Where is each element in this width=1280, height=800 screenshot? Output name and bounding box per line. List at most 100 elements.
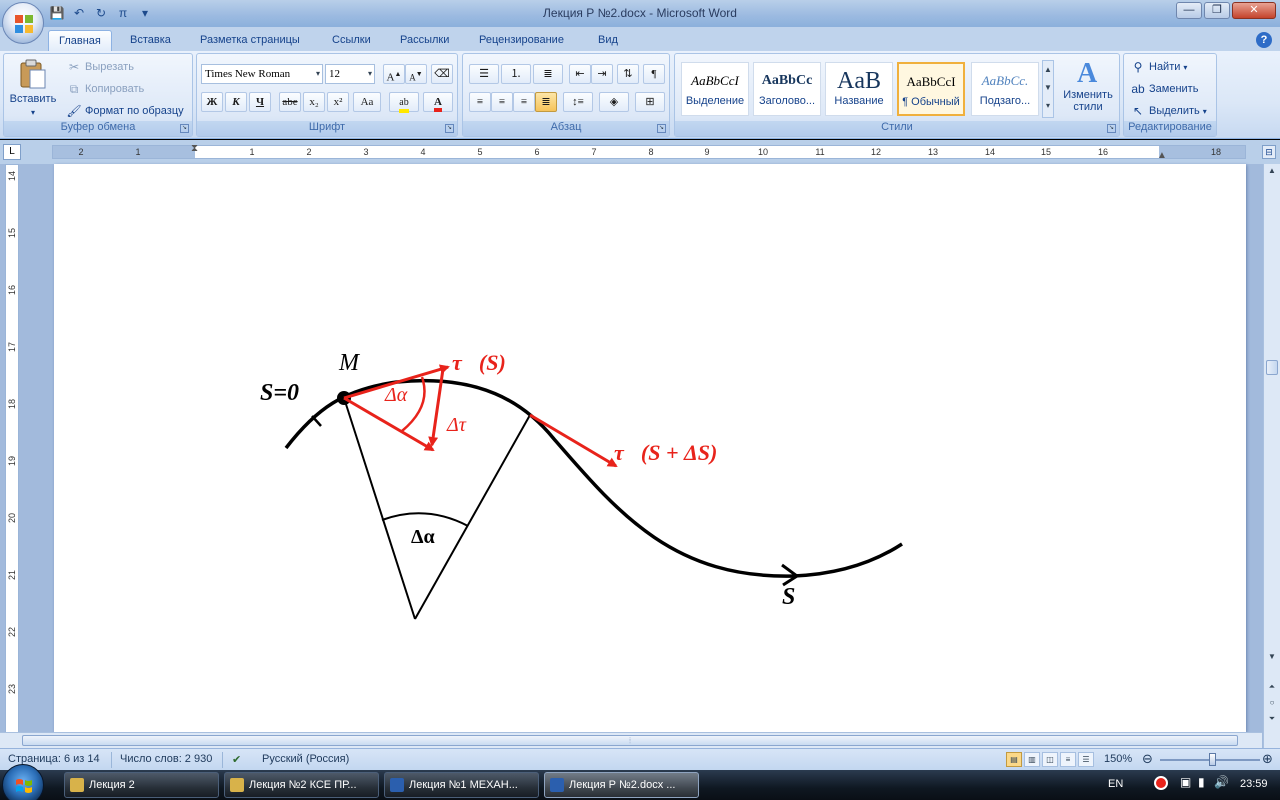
opera-icon[interactable] xyxy=(1154,776,1168,790)
zoom-in-icon[interactable]: ⊕ xyxy=(1262,751,1273,767)
language-bar[interactable]: EN xyxy=(1108,778,1123,790)
borders-button[interactable]: ⊞ xyxy=(635,92,665,112)
bold-button[interactable]: Ж xyxy=(201,92,223,112)
justify-button[interactable]: ≣ xyxy=(535,92,557,112)
cut-button[interactable]: ✂ Вырезать xyxy=(66,59,134,75)
zoom-out-icon[interactable]: ⊖ xyxy=(1142,751,1153,767)
select-button[interactable]: ↖ Выделить ▾ xyxy=(1130,103,1207,119)
underline-button[interactable]: Ч xyxy=(249,92,271,112)
view-ruler-button[interactable]: ⊟ xyxy=(1262,145,1276,159)
grow-font-button[interactable]: A▲ xyxy=(383,64,405,84)
scroll-down-icon[interactable]: ▼ xyxy=(1266,652,1278,664)
tab-references[interactable]: Ссылки xyxy=(322,30,381,51)
tab-selector-button[interactable]: L xyxy=(3,144,21,160)
web-layout-button[interactable]: ◫ xyxy=(1042,752,1058,767)
clipboard-launcher-icon[interactable]: ↘ xyxy=(180,124,189,133)
right-indent-marker-icon[interactable]: ▲ xyxy=(1157,150,1167,161)
styles-scroll[interactable]: ▲ ▼ ▾ xyxy=(1042,60,1054,118)
style-heading[interactable]: AaBbCc Заголово... xyxy=(753,62,821,116)
bullets-button[interactable]: ☰ xyxy=(469,64,499,84)
ruler-number: 18 xyxy=(1210,147,1222,157)
vertical-scrollbar[interactable]: ▲ ▼ ⏶ ○ ⏷ xyxy=(1263,164,1280,748)
sort-button[interactable]: ⇅ xyxy=(617,64,639,84)
tab-review[interactable]: Рецензирование xyxy=(469,30,574,51)
style-emphasis[interactable]: AaBbCcI Выделение xyxy=(681,62,749,116)
vertical-scroll-thumb[interactable] xyxy=(1266,360,1278,375)
styles-launcher-icon[interactable]: ↘ xyxy=(1107,124,1116,133)
line-spacing-button[interactable]: ↕≡ xyxy=(563,92,593,112)
vertical-ruler[interactable]: 14 15 16 17 18 19 20 21 22 23 xyxy=(5,164,19,736)
tab-home[interactable]: Главная xyxy=(48,30,112,51)
scroll-up-icon[interactable]: ▲ xyxy=(1266,166,1278,178)
change-styles-button[interactable]: A Изменить стили xyxy=(1059,58,1117,113)
outline-view-button[interactable]: ≡ xyxy=(1060,752,1076,767)
tab-view[interactable]: Вид xyxy=(588,30,628,51)
full-screen-reading-button[interactable]: ▥ xyxy=(1024,752,1040,767)
shrink-font-button[interactable]: A▼ xyxy=(405,64,427,84)
style-normal[interactable]: AaBbCcI ¶ Обычный xyxy=(897,62,965,116)
language-indicator[interactable]: Русский (Россия) xyxy=(262,753,349,765)
change-case-button[interactable]: Aa xyxy=(353,92,381,112)
horizontal-ruler[interactable]: 2 1 1 2 3 4 5 6 7 8 9 10 11 12 13 14 15 16 18 ⧗ ▲ xyxy=(52,143,1246,161)
previous-page-icon[interactable]: ⏶ xyxy=(1266,682,1278,694)
font-family-select[interactable]: Times New Roman ▾ xyxy=(201,64,323,84)
horizontal-scrollbar[interactable]: ⦙ xyxy=(0,732,1262,748)
indent-marker-icon[interactable]: ⧗ xyxy=(191,143,198,154)
horizontal-scroll-thumb[interactable]: ⦙ xyxy=(22,735,1238,746)
start-button[interactable] xyxy=(2,764,44,800)
maximize-button[interactable]: ❐ xyxy=(1204,2,1230,19)
font-launcher-icon[interactable]: ↘ xyxy=(445,124,454,133)
clear-formatting-icon[interactable]: ⌫ xyxy=(431,64,453,84)
document-page[interactable]: M S=0 S Δα Δα Δτ τ⃗(S) τ⃗(S + ΔS) xyxy=(54,164,1246,732)
style-subtitle[interactable]: AaBbCc. Подзаго... xyxy=(971,62,1039,116)
network-signal-icon[interactable]: ▮ xyxy=(1198,775,1205,789)
highlight-button[interactable]: ab xyxy=(389,92,419,113)
proofing-icon[interactable]: ✔ xyxy=(232,753,241,766)
style-title[interactable]: AaB Название xyxy=(825,62,893,116)
tab-mailings[interactable]: Рассылки xyxy=(390,30,459,51)
draft-view-button[interactable]: ☰ xyxy=(1078,752,1094,767)
replace-button[interactable]: ab Заменить xyxy=(1130,81,1198,97)
zoom-level[interactable]: 150% xyxy=(1104,753,1132,765)
paste-dropdown-icon[interactable]: ▾ xyxy=(31,108,35,117)
subscript-button[interactable]: x₂ xyxy=(303,92,325,112)
tab-insert[interactable]: Вставка xyxy=(120,30,181,51)
copy-button[interactable]: ⧉ Копировать xyxy=(66,81,145,97)
word-count[interactable]: Число слов: 2 930 xyxy=(120,753,212,765)
taskbar-item-lecture-r2[interactable]: Лекция Р №2.docx ... xyxy=(544,772,699,798)
taskbar-item-lecture-2[interactable]: Лекция 2 xyxy=(64,772,219,798)
align-left-button[interactable]: ≡ xyxy=(469,92,491,112)
next-page-icon[interactable]: ⏷ xyxy=(1266,714,1278,726)
minimize-button[interactable]: — xyxy=(1176,2,1202,19)
decrease-indent-button[interactable]: ⇤ xyxy=(569,64,591,84)
clock[interactable]: 23:59 xyxy=(1240,778,1268,790)
italic-button[interactable]: К xyxy=(225,92,247,112)
multilevel-list-button[interactable]: ≣ xyxy=(533,64,563,84)
align-center-button[interactable]: ≡ xyxy=(491,92,513,112)
close-button[interactable]: ✕ xyxy=(1232,2,1276,19)
help-button[interactable]: ? xyxy=(1256,32,1272,48)
font-size-select[interactable]: 12 ▾ xyxy=(325,64,375,84)
show-marks-button[interactable]: ¶ xyxy=(643,64,665,84)
strikethrough-button[interactable]: abe xyxy=(279,92,301,112)
tab-page-layout[interactable]: Разметка страницы xyxy=(190,30,310,51)
print-layout-button[interactable]: ▤ xyxy=(1006,752,1022,767)
superscript-button[interactable]: x² xyxy=(327,92,349,112)
numbering-button[interactable]: ⒈ xyxy=(501,64,531,84)
format-painter-button[interactable]: 🖌 Формат по образцу xyxy=(66,103,183,119)
paste-button[interactable]: Вставить ▾ xyxy=(9,58,57,117)
taskbar-item-lecture-1[interactable]: Лекция №1 МЕХАН... xyxy=(384,772,539,798)
select-browse-object-icon[interactable]: ○ xyxy=(1266,698,1278,710)
shading-button[interactable]: ◈ xyxy=(599,92,629,112)
align-right-button[interactable]: ≡ xyxy=(513,92,535,112)
font-color-button[interactable]: A xyxy=(423,92,453,112)
tray-apps-icon[interactable]: ▣ xyxy=(1180,775,1191,789)
volume-icon[interactable]: 🔊 xyxy=(1214,775,1229,789)
find-button[interactable]: ⚲ Найти ▾ xyxy=(1130,59,1188,75)
zoom-slider-thumb[interactable] xyxy=(1209,753,1216,766)
status-bar: Страница: 6 из 14 Число слов: 2 930 ✔ Ру… xyxy=(0,748,1280,770)
paragraph-launcher-icon[interactable]: ↘ xyxy=(657,124,666,133)
office-button[interactable] xyxy=(2,2,44,44)
taskbar-item-lecture-kse[interactable]: Лекция №2 КСЕ ПР... xyxy=(224,772,379,798)
increase-indent-button[interactable]: ⇥ xyxy=(591,64,613,84)
